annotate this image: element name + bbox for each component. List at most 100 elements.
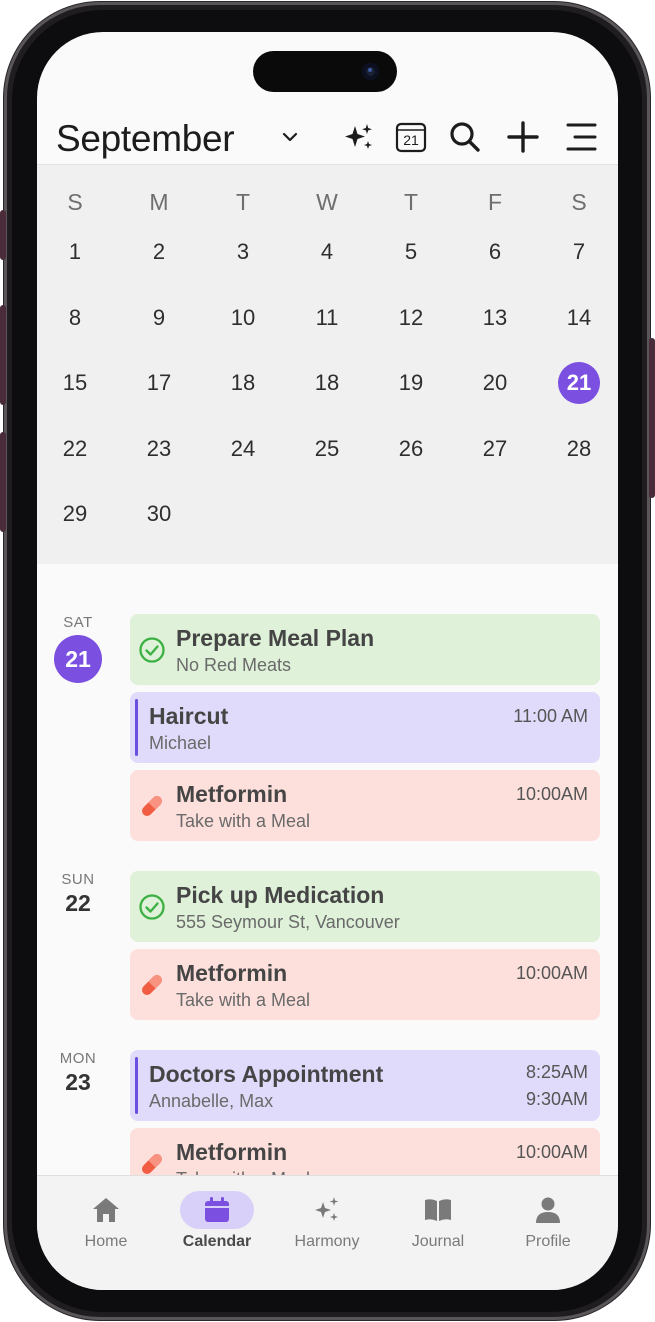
agenda-day-weekday: SUN	[61, 871, 95, 888]
calendar-day[interactable]: 19	[386, 363, 436, 403]
calendar-day[interactable]: 14	[554, 298, 604, 338]
event-title: Doctors Appointment	[149, 1061, 384, 1087]
calendar-day[interactable]: 4	[302, 232, 352, 272]
event-time: 10:00AM	[515, 784, 588, 804]
event-title: Metformin	[176, 960, 288, 986]
calendar-day[interactable]: 28	[554, 429, 604, 469]
nav-item-home[interactable]: Home	[61, 1191, 151, 1251]
weekday-label: M	[149, 189, 169, 215]
search-icon[interactable]	[448, 120, 482, 154]
nav-label: Harmony	[294, 1233, 360, 1250]
nav-icon-container	[290, 1191, 364, 1229]
event-end-time: 9:30AM	[525, 1089, 588, 1109]
event-subtitle: Take with a Meal	[176, 811, 311, 831]
pill-icon	[142, 796, 162, 816]
calendar-day[interactable]: 18	[218, 363, 268, 403]
weekday-label: S	[571, 189, 587, 215]
calendar-day[interactable]: 5	[386, 232, 436, 272]
check-circle-icon[interactable]	[138, 893, 166, 921]
add-icon[interactable]	[506, 120, 540, 154]
mute-switch	[0, 210, 6, 260]
dynamic-island	[253, 51, 397, 92]
agenda-list: SAT 21 Prepare Meal Plan No Red Meats Ha…	[37, 564, 618, 1199]
nav-item-journal[interactable]: Journal	[393, 1191, 483, 1251]
calendar-day[interactable]: 24	[218, 429, 268, 469]
agenda-day-number: 23	[65, 1069, 91, 1095]
event-subtitle: Take with a Meal	[176, 990, 311, 1010]
calendar-day[interactable]: 8	[50, 298, 100, 338]
weekday-label: T	[403, 189, 419, 215]
home-icon	[93, 1198, 119, 1222]
book-icon	[425, 1199, 451, 1221]
calendar-day[interactable]: 26	[386, 429, 436, 469]
event-title: Metformin	[176, 781, 288, 807]
agenda-day-number-today: 21	[54, 635, 102, 683]
pill-icon	[142, 975, 162, 995]
calendar-day[interactable]: 20	[470, 363, 520, 403]
event-card-task[interactable]: Pick up Medication 555 Seymour St, Vanco…	[130, 871, 600, 942]
calendar-day[interactable]: 30	[134, 494, 184, 534]
agenda-day-weekday: SAT	[63, 614, 93, 631]
calendar-icon	[205, 1197, 229, 1222]
sparkle-icon[interactable]	[342, 120, 376, 154]
nav-item-harmony[interactable]: Harmony	[282, 1191, 372, 1251]
calendar-day[interactable]: 3	[218, 232, 268, 272]
calendar-day[interactable]: 18	[302, 363, 352, 403]
volume-up-button	[0, 305, 6, 405]
calendar-day[interactable]: 6	[470, 232, 520, 272]
calendar-day[interactable]: 17	[134, 363, 184, 403]
event-card-appointment[interactable]: Haircut Michael 11:00 AM	[130, 692, 600, 763]
appointment-accent-bar	[135, 1057, 138, 1114]
event-title: Haircut	[149, 703, 229, 729]
calendar-day[interactable]: 10	[218, 298, 268, 338]
calendar-header: September 21	[37, 112, 618, 164]
event-card-task[interactable]: Prepare Meal Plan No Red Meats	[130, 614, 600, 685]
menu-icon[interactable]	[564, 120, 598, 154]
appointment-accent-bar	[135, 699, 138, 756]
event-card-medication[interactable]: Metformin Take with a Meal 10:00AM	[130, 949, 600, 1020]
nav-icon-container	[69, 1191, 143, 1229]
calendar-day[interactable]: 2	[134, 232, 184, 272]
calendar-day[interactable]: 11	[302, 298, 352, 338]
event-title: Metformin	[176, 1139, 288, 1165]
calendar-day[interactable]: 13	[470, 298, 520, 338]
month-grid: S M T W T F S 1 2 3 4 5 6 7 8 9 10 11 12…	[37, 164, 618, 564]
nav-icon-container	[511, 1191, 585, 1229]
event-time: 10:00AM	[515, 963, 588, 983]
calendar-day[interactable]: 22	[50, 429, 100, 469]
nav-label: Calendar	[182, 1233, 252, 1250]
event-card-medication[interactable]: Metformin Take with a Meal 10:00AM	[130, 770, 600, 841]
today-calendar-button[interactable]: 21	[394, 120, 428, 154]
month-title[interactable]: September	[56, 118, 235, 160]
check-circle-icon[interactable]	[138, 636, 166, 664]
event-start-time: 8:25AM	[525, 1062, 588, 1082]
nav-icon-container-active	[180, 1191, 254, 1229]
weekday-label: F	[487, 189, 503, 215]
weekday-label: S	[67, 189, 83, 215]
calendar-day[interactable]: 25	[302, 429, 352, 469]
nav-label: Home	[84, 1233, 128, 1250]
calendar-day[interactable]: 15	[50, 363, 100, 403]
calendar-day[interactable]: 27	[470, 429, 520, 469]
today-badge-number: 21	[403, 132, 419, 148]
weekday-label: T	[235, 189, 251, 215]
event-card-appointment[interactable]: Doctors Appointment Annabelle, Max 8:25A…	[130, 1050, 600, 1121]
app-screen: September 21 S M T W T F S 1 2 3 4 5 6 7…	[37, 32, 618, 1290]
power-button	[649, 338, 655, 498]
calendar-day[interactable]: 23	[134, 429, 184, 469]
calendar-day[interactable]: 1	[50, 232, 100, 272]
calendar-day-selected[interactable]: 21	[558, 362, 600, 404]
event-time: 11:00 AM	[513, 706, 588, 726]
camera-icon	[362, 63, 379, 80]
chevron-down-icon[interactable]	[281, 128, 299, 146]
calendar-day[interactable]: 9	[134, 298, 184, 338]
nav-label: Profile	[525, 1233, 571, 1250]
event-subtitle: Michael	[149, 733, 212, 753]
nav-item-calendar[interactable]: Calendar	[172, 1191, 262, 1251]
calendar-day[interactable]: 7	[554, 232, 604, 272]
agenda-day-weekday: MON	[59, 1050, 97, 1067]
calendar-day[interactable]: 29	[50, 494, 100, 534]
agenda-day-header: SUN 22	[48, 871, 108, 917]
nav-item-profile[interactable]: Profile	[503, 1191, 593, 1251]
calendar-day[interactable]: 12	[386, 298, 436, 338]
